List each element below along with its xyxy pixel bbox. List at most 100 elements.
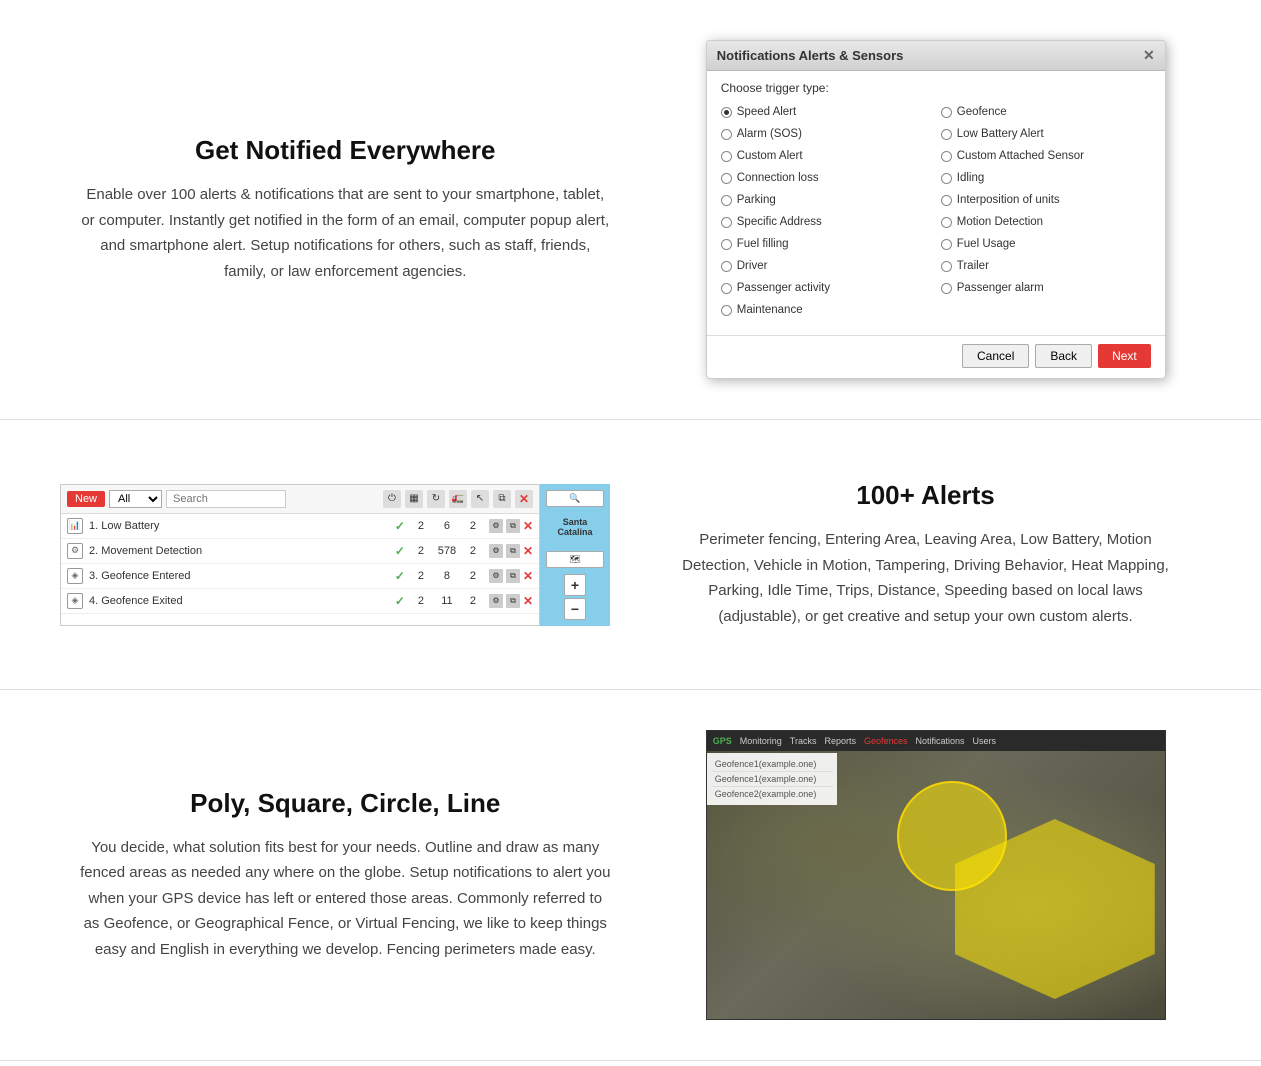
option-maintenance[interactable]: Maintenance	[721, 301, 931, 319]
option-connection-loss[interactable]: Connection loss	[721, 169, 931, 187]
back-button[interactable]: Back	[1035, 344, 1092, 368]
radio-fuel-filling[interactable]	[721, 239, 732, 250]
alert-icon-geo-exit: ◈	[67, 593, 83, 609]
option-label-custom-attached: Custom Attached Sensor	[957, 150, 1084, 162]
option-idling[interactable]: Idling	[941, 169, 1151, 187]
settings-icon-1[interactable]: ⚙	[489, 519, 503, 533]
notifications-description: Enable over 100 alerts & notifications t…	[80, 182, 611, 284]
radio-interposition[interactable]	[941, 195, 952, 206]
geo-item-3[interactable]: Geofence2(example.one)	[711, 787, 833, 801]
filter-select[interactable]: All	[109, 490, 162, 508]
option-label-interposition: Interposition of units	[957, 194, 1060, 206]
alerts-description: Perimeter fencing, Entering Area, Leavin…	[670, 527, 1181, 629]
alert-row-4[interactable]: ◈ 4. Geofence Exited ✓ 2 11 2 ⚙ ⧉ ✕	[61, 589, 539, 614]
alerts-title: 100+ Alerts	[670, 480, 1181, 511]
close-icon[interactable]: ✕	[1143, 47, 1155, 64]
delete-row-2[interactable]: ✕	[523, 544, 533, 558]
alert-actions-4: ⚙ ⧉ ✕	[489, 594, 533, 608]
geo-item-2[interactable]: Geofence1(example.one)	[711, 772, 833, 787]
radio-custom-alert[interactable]	[721, 151, 732, 162]
zoom-in-button[interactable]: +	[564, 574, 586, 596]
settings-icon-4[interactable]: ⚙	[489, 594, 503, 608]
close-list-icon[interactable]: ✕	[515, 490, 533, 508]
radio-trailer[interactable]	[941, 261, 952, 272]
settings-icon-3[interactable]: ⚙	[489, 569, 503, 583]
cancel-button[interactable]: Cancel	[962, 344, 1029, 368]
geo-sidebar: Geofence1(example.one) Geofence1(example…	[707, 753, 837, 805]
radio-specific-address[interactable]	[721, 217, 732, 228]
notifications-dialog: Notifications Alerts & Sensors ✕ Choose …	[706, 40, 1166, 379]
geo-nav-users[interactable]: Users	[973, 736, 997, 746]
alert-actions-3: ⚙ ⧉ ✕	[489, 569, 533, 583]
option-label-driver: Driver	[737, 260, 768, 272]
map-layers-icon[interactable]: 🗺	[546, 551, 604, 568]
option-custom-alert[interactable]: Custom Alert	[721, 147, 931, 165]
radio-parking[interactable]	[721, 195, 732, 206]
option-label-speed: Speed Alert	[737, 106, 796, 118]
refresh-icon[interactable]: ↻	[427, 490, 445, 508]
alert-check-4: ✓	[395, 594, 405, 608]
geo-nav-notifications[interactable]: Notifications	[916, 736, 965, 746]
grid-icon[interactable]: ▦	[405, 490, 423, 508]
geo-nav-geofences[interactable]: Geofences	[864, 736, 908, 746]
radio-low-battery[interactable]	[941, 129, 952, 140]
radio-custom-attached[interactable]	[941, 151, 952, 162]
radio-maintenance[interactable]	[721, 305, 732, 316]
radio-idling[interactable]	[941, 173, 952, 184]
new-alert-button[interactable]: New	[67, 491, 105, 507]
arrow-icon[interactable]: ↖	[471, 490, 489, 508]
map-search-icon[interactable]: 🔍	[546, 490, 604, 507]
option-geofence[interactable]: Geofence	[941, 103, 1151, 121]
option-specific-address[interactable]: Specific Address	[721, 213, 931, 231]
radio-alarm[interactable]	[721, 129, 732, 140]
option-interposition[interactable]: Interposition of units	[941, 191, 1151, 209]
option-low-battery-alert[interactable]: Low Battery Alert	[941, 125, 1151, 143]
alert-actions-2: ⚙ ⧉ ✕	[489, 544, 533, 558]
geo-item-1[interactable]: Geofence1(example.one)	[711, 757, 833, 772]
option-fuel-filling[interactable]: Fuel filling	[721, 235, 931, 253]
next-button[interactable]: Next	[1098, 344, 1151, 368]
option-driver[interactable]: Driver	[721, 257, 931, 275]
geo-nav-tracks[interactable]: Tracks	[790, 736, 817, 746]
alert-row-3[interactable]: ◈ 3. Geofence Entered ✓ 2 8 2 ⚙ ⧉ ✕	[61, 564, 539, 589]
geo-nav-reports[interactable]: Reports	[824, 736, 856, 746]
alert-name-1: 1. Low Battery	[89, 520, 389, 532]
radio-geofence[interactable]	[941, 107, 952, 118]
copy-row-icon-3[interactable]: ⧉	[506, 569, 520, 583]
option-passenger-activity[interactable]: Passenger activity	[721, 279, 931, 297]
alerts-toolbar: New All ⏻ ▦ ↻ 🚛 ↖ ⧉ ✕	[61, 485, 539, 514]
option-label-maintenance: Maintenance	[737, 304, 803, 316]
truck-icon[interactable]: 🚛	[449, 490, 467, 508]
settings-icon-2[interactable]: ⚙	[489, 544, 503, 558]
geofence-text: Poly, Square, Circle, Line You decide, w…	[60, 768, 631, 983]
option-passenger-alarm[interactable]: Passenger alarm	[941, 279, 1151, 297]
copy-row-icon-4[interactable]: ⧉	[506, 594, 520, 608]
option-fuel-usage[interactable]: Fuel Usage	[941, 235, 1151, 253]
copy-row-icon-2[interactable]: ⧉	[506, 544, 520, 558]
radio-passenger-activity[interactable]	[721, 283, 732, 294]
power-icon[interactable]: ⏻	[383, 490, 401, 508]
geo-nav-monitoring[interactable]: Monitoring	[740, 736, 782, 746]
radio-motion-detection[interactable]	[941, 217, 952, 228]
radio-speed-alert[interactable]	[721, 107, 732, 118]
option-alarm[interactable]: Alarm (SOS)	[721, 125, 931, 143]
delete-row-3[interactable]: ✕	[523, 569, 533, 583]
option-motion-detection[interactable]: Motion Detection	[941, 213, 1151, 231]
delete-row-1[interactable]: ✕	[523, 519, 533, 533]
copy-icon[interactable]: ⧉	[493, 490, 511, 508]
option-custom-attached[interactable]: Custom Attached Sensor	[941, 147, 1151, 165]
zoom-out-button[interactable]: −	[564, 598, 586, 620]
alert-row-1[interactable]: 📊 1. Low Battery ✓ 2 6 2 ⚙ ⧉ ✕	[61, 514, 539, 539]
option-speed-alert[interactable]: Speed Alert	[721, 103, 931, 121]
copy-row-icon-1[interactable]: ⧉	[506, 519, 520, 533]
alert-row-2[interactable]: ⚙ 2. Movement Detection ✓ 2 578 2 ⚙ ⧉ ✕	[61, 539, 539, 564]
option-trailer[interactable]: Trailer	[941, 257, 1151, 275]
radio-fuel-usage[interactable]	[941, 239, 952, 250]
radio-connection-loss[interactable]	[721, 173, 732, 184]
radio-passenger-alarm[interactable]	[941, 283, 952, 294]
option-parking[interactable]: Parking	[721, 191, 931, 209]
radio-driver[interactable]	[721, 261, 732, 272]
search-input[interactable]	[166, 490, 286, 508]
alert-num3-4: 2	[463, 595, 483, 607]
delete-row-4[interactable]: ✕	[523, 594, 533, 608]
